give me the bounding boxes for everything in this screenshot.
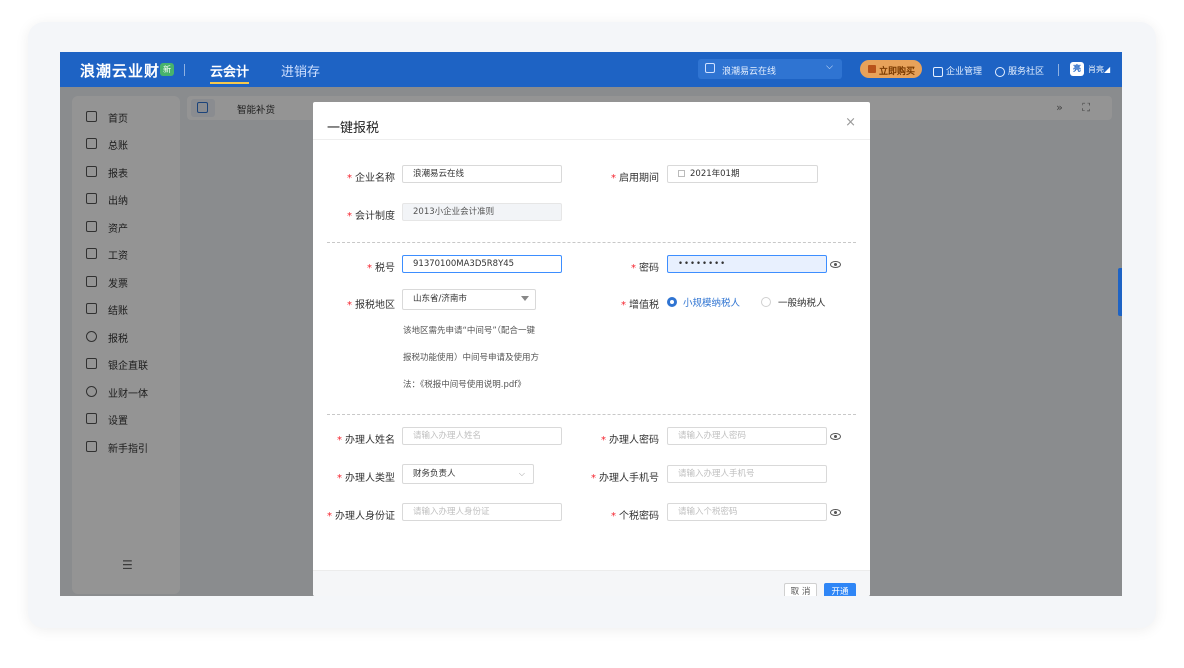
handler-password-label: * 办理人密码 <box>601 435 659 446</box>
chevron-down-icon: ⌵ <box>826 62 833 72</box>
vat-general-label[interactable]: 一般纳税人 <box>778 295 826 309</box>
start-period-picker[interactable]: 2021年01期 <box>667 165 818 183</box>
password-label: * 密码 <box>631 263 659 274</box>
dialog-footer: 取 消 开通 <box>313 570 870 596</box>
vat-general-radio[interactable] <box>761 297 771 307</box>
service-community-link[interactable]: 服务社区 <box>995 64 1044 77</box>
required-mark: * <box>327 511 332 522</box>
enterprise-icon <box>933 66 943 77</box>
tax-region-label: * 报税地区 <box>347 300 395 311</box>
enterprise-management-label: 企业管理 <box>946 67 983 77</box>
section-divider <box>327 414 856 415</box>
region-note-line[interactable]: 法：《税报中间号使用说明.pdf》 <box>403 378 563 390</box>
handler-password-input[interactable]: 请输入办理人密码 <box>667 427 827 445</box>
handler-type-value: 财务负责人 <box>413 469 456 479</box>
required-mark: * <box>367 263 372 274</box>
buy-now-button[interactable]: 立即购买 <box>860 60 922 78</box>
cancel-button[interactable]: 取 消 <box>784 583 817 596</box>
start-period-value: 2021年01期 <box>690 169 740 179</box>
required-mark: * <box>591 473 596 484</box>
brand-badge: 新 <box>160 63 174 76</box>
required-mark: * <box>337 435 342 446</box>
close-icon[interactable]: × <box>845 115 856 130</box>
eye-icon[interactable] <box>830 509 841 516</box>
required-mark: * <box>347 300 352 311</box>
tax-region-value: 山东省/济南市 <box>413 294 467 304</box>
region-note-line: 报税功能使用）中间号申请及使用方 <box>403 353 540 363</box>
tax-no-input[interactable]: 91370100MA3D5R8Y45 <box>402 255 562 273</box>
start-period-label: * 启用期间 <box>611 173 659 184</box>
handler-type-select[interactable]: 财务负责人 ⌵ <box>402 464 534 484</box>
cart-icon <box>868 65 876 73</box>
buy-now-label: 立即购买 <box>879 67 916 77</box>
vat-label: * 增值税 <box>621 300 659 311</box>
password-input[interactable]: •••••••• <box>667 255 827 273</box>
required-mark: * <box>337 473 342 484</box>
chevron-down-icon: ⌵ <box>518 469 525 478</box>
calendar-icon <box>678 170 685 177</box>
one-click-tax-dialog: 一键报税 × * 企业名称 浪潮易云在线 * 启用期间 2021年01期 * 会计制度… <box>313 102 870 596</box>
required-mark: * <box>347 173 352 184</box>
enterprise-management-link[interactable]: 企业管理 <box>933 64 982 77</box>
handler-phone-input[interactable]: 请输入办理人手机号 <box>667 465 827 483</box>
eye-icon[interactable] <box>830 261 841 268</box>
handler-name-label: * 办理人姓名 <box>337 435 395 446</box>
caret-down-icon <box>521 296 529 301</box>
activate-button[interactable]: 开通 <box>824 583 856 596</box>
divider <box>1058 64 1059 76</box>
company-select[interactable]: 浪潮易云在线 ⌵ <box>698 59 842 79</box>
required-mark: * <box>347 211 352 222</box>
app-window: 浪潮云业财 新 云会计 进销存 浪潮易云在线 ⌵ 立即购买 企业管理 服务社区 … <box>60 52 1122 596</box>
handler-id-label: * 办理人身份证 <box>327 511 395 522</box>
accounting-system-label: * 会计制度 <box>347 211 395 222</box>
chat-icon <box>995 66 1005 77</box>
tax-no-label: * 税号 <box>367 263 395 274</box>
personal-tax-password-label: * 个税密码 <box>611 511 659 522</box>
eye-icon[interactable] <box>830 433 841 440</box>
brand-logo: 浪潮云业财 <box>80 62 161 80</box>
building-icon <box>705 63 715 73</box>
handler-name-input[interactable]: 请输入办理人姓名 <box>402 427 562 445</box>
service-community-label: 服务社区 <box>1008 67 1045 77</box>
company-name-label: * 企业名称 <box>347 173 395 184</box>
divider <box>313 139 870 140</box>
company-select-value: 浪潮易云在线 <box>722 67 777 77</box>
tax-region-select[interactable]: 山东省/济南市 <box>402 289 536 310</box>
accounting-system-field: 2013小企业会计准则 <box>402 203 562 221</box>
personal-tax-password-input[interactable]: 请输入个税密码 <box>667 503 827 521</box>
vat-small-label[interactable]: 小规模纳税人 <box>683 295 740 309</box>
handler-id-input[interactable]: 请输入办理人身份证 <box>402 503 562 521</box>
divider <box>184 64 185 76</box>
handler-type-label: * 办理人类型 <box>337 473 395 484</box>
nav-inventory[interactable]: 进销存 <box>281 61 320 80</box>
required-mark: * <box>631 263 636 274</box>
nav-cloud-accounting[interactable]: 云会计 <box>210 61 250 84</box>
company-name-input[interactable]: 浪潮易云在线 <box>402 165 562 183</box>
handler-phone-label: * 办理人手机号 <box>591 473 659 484</box>
top-bar: 浪潮云业财 新 云会计 进销存 浪潮易云在线 ⌵ 立即购买 企业管理 服务社区 … <box>60 52 1122 87</box>
section-divider <box>327 242 856 243</box>
vat-small-radio[interactable] <box>667 297 677 307</box>
user-menu[interactable]: 肖亮◢ <box>1088 64 1110 75</box>
side-panel-handle[interactable] <box>1118 268 1122 316</box>
required-mark: * <box>611 173 616 184</box>
avatar[interactable]: 亮 <box>1070 62 1084 76</box>
required-mark: * <box>621 300 626 311</box>
region-note-line: 该地区需先申请“中间号”（配合一键 <box>403 326 536 336</box>
required-mark: * <box>601 435 606 446</box>
dialog-title: 一键报税 <box>327 121 380 136</box>
required-mark: * <box>611 511 616 522</box>
